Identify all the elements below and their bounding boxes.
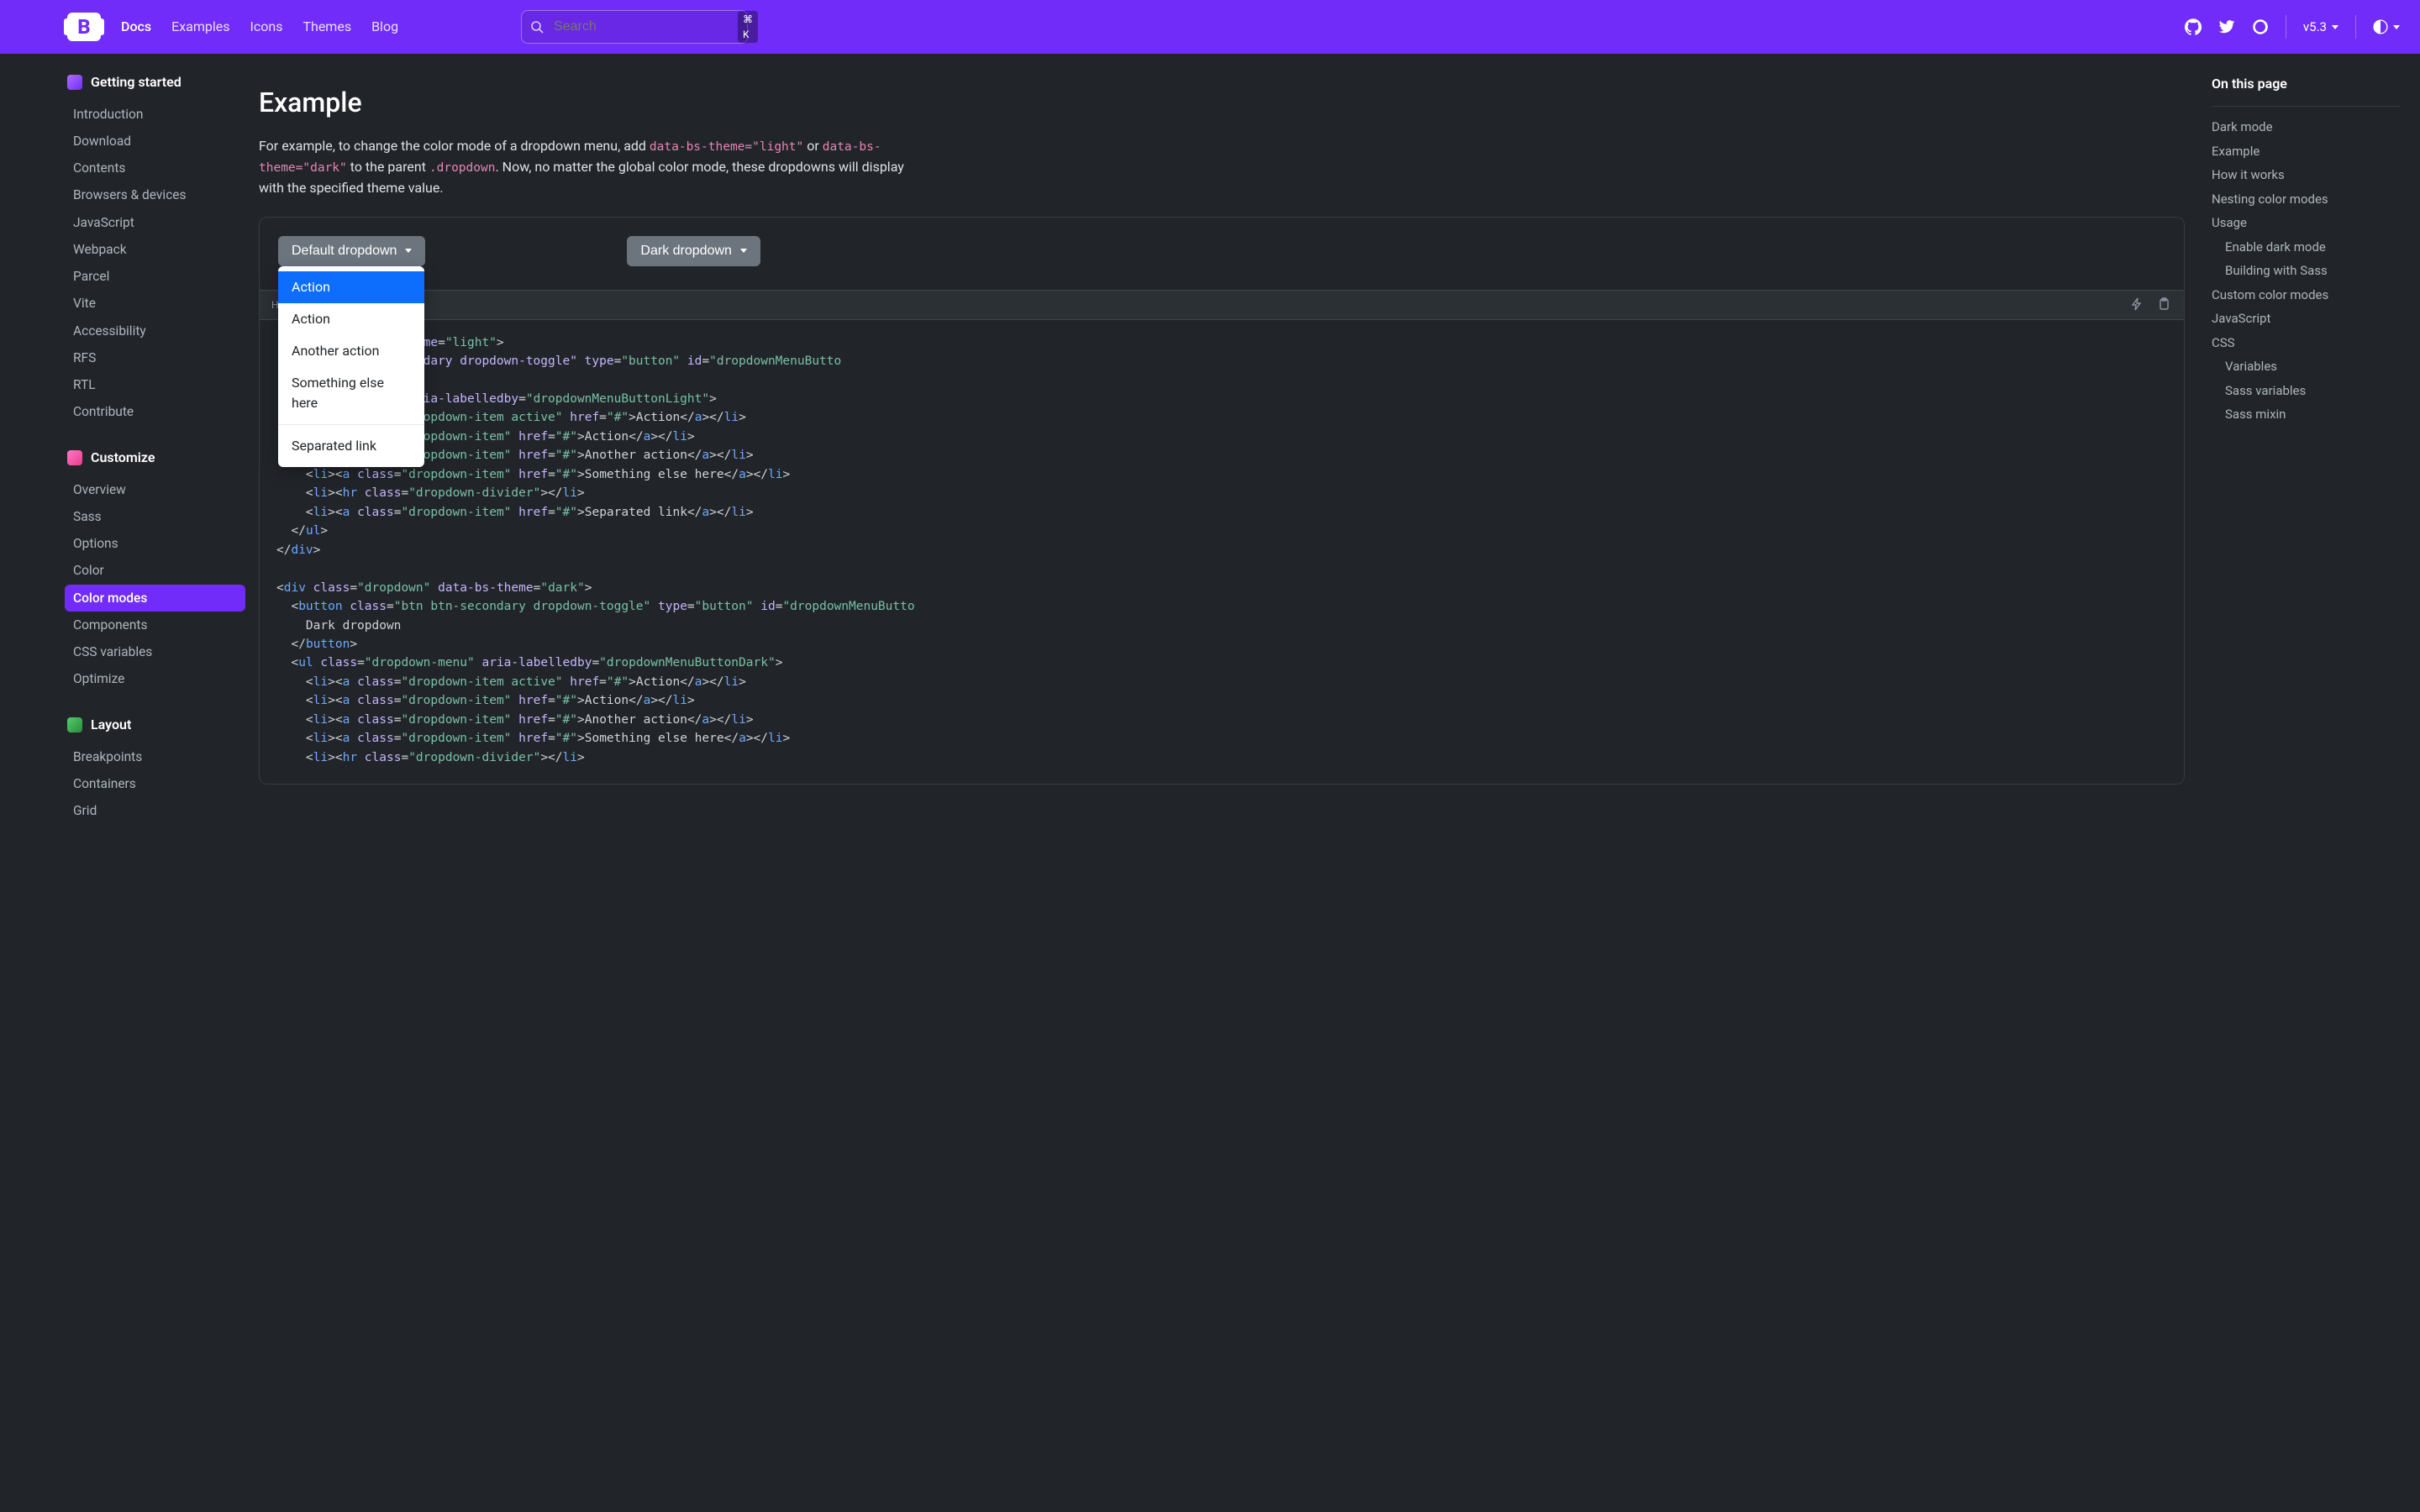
- sidebar-item[interactable]: Contribute: [65, 399, 245, 426]
- sidebar-item[interactable]: Breakpoints: [65, 743, 245, 770]
- clipboard-icon[interactable]: [2157, 297, 2172, 312]
- chevron-down-icon: [405, 249, 412, 253]
- toc-heading: On this page: [2212, 74, 2400, 94]
- toc-link[interactable]: Sass mixin: [2212, 402, 2400, 427]
- example-box: Default dropdown Dark dropdown Action Ac…: [259, 217, 2185, 785]
- navbar: B Docs Examples Icons Themes Blog ⌘ K v5…: [0, 0, 2420, 54]
- version-label: v5.3: [2303, 18, 2327, 37]
- theme-toggle[interactable]: [2373, 19, 2400, 34]
- nav-right: v5.3: [2185, 15, 2400, 39]
- sidebar-item[interactable]: Contents: [65, 155, 245, 182]
- sidebar-group-layout: Layout Breakpoints Containers Grid: [67, 715, 245, 825]
- dropdown-item-active[interactable]: Action: [278, 271, 424, 303]
- sidebar: Getting started Introduction Download Co…: [0, 54, 252, 880]
- toc-link[interactable]: Dark mode: [2212, 115, 2400, 139]
- sidebar-item[interactable]: CSS variables: [65, 639, 245, 666]
- sidebar-item[interactable]: Vite: [65, 291, 245, 318]
- toc-link[interactable]: Custom color modes: [2212, 283, 2400, 307]
- nav-link-docs[interactable]: Docs: [121, 17, 151, 37]
- toc-link[interactable]: How it works: [2212, 163, 2400, 187]
- dropdown-item[interactable]: Something else here: [278, 367, 424, 419]
- nav-link-blog[interactable]: Blog: [371, 17, 398, 37]
- sidebar-item[interactable]: Grid: [65, 798, 245, 825]
- swatch-icon: [67, 450, 82, 465]
- sidebar-heading[interactable]: Customize: [67, 448, 245, 468]
- sidebar-item[interactable]: JavaScript: [65, 209, 245, 236]
- sidebar-item[interactable]: RTL: [65, 372, 245, 399]
- search-box[interactable]: ⌘ K: [521, 10, 748, 44]
- nav-links: Docs Examples Icons Themes Blog: [121, 17, 398, 37]
- sidebar-item[interactable]: Download: [65, 128, 245, 155]
- dark-dropdown-button[interactable]: Dark dropdown: [627, 236, 760, 266]
- github-icon[interactable]: [2185, 18, 2202, 35]
- sidebar-item[interactable]: Color: [65, 558, 245, 585]
- toc-link[interactable]: CSS: [2212, 331, 2400, 355]
- brand-letter: B: [77, 12, 90, 42]
- toc-link[interactable]: Sass variables: [2212, 379, 2400, 403]
- intro-paragraph: For example, to change the color mode of…: [259, 136, 914, 198]
- sidebar-item[interactable]: Parcel: [65, 264, 245, 291]
- dropdown-item[interactable]: Separated link: [278, 430, 424, 462]
- twitter-icon[interactable]: [2218, 18, 2235, 35]
- sidebar-item[interactable]: Containers: [65, 770, 245, 797]
- sidebar-item[interactable]: Accessibility: [65, 318, 245, 344]
- nav-link-icons[interactable]: Icons: [250, 17, 283, 37]
- search-icon: [530, 18, 544, 35]
- toc-link[interactable]: Usage: [2212, 211, 2400, 235]
- sidebar-item[interactable]: Browsers & devices: [65, 182, 245, 209]
- main-content: Example For example, to change the color…: [252, 54, 2202, 880]
- book-icon: [67, 75, 82, 90]
- nav-link-examples[interactable]: Examples: [171, 17, 229, 37]
- section-heading: Example: [259, 82, 2185, 123]
- chevron-down-icon: [740, 249, 747, 253]
- sidebar-item[interactable]: Options: [65, 531, 245, 558]
- nav-divider: [2355, 15, 2356, 39]
- example-toolbar: H: [260, 290, 2184, 320]
- sidebar-heading[interactable]: Layout: [67, 715, 245, 735]
- sidebar-heading[interactable]: Getting started: [67, 72, 245, 92]
- toc-link[interactable]: JavaScript: [2212, 307, 2400, 331]
- version-dropdown[interactable]: v5.3: [2303, 18, 2338, 37]
- sidebar-item[interactable]: Optimize: [65, 666, 245, 693]
- toc-link[interactable]: Enable dark mode: [2212, 235, 2400, 260]
- toc-link[interactable]: Building with Sass: [2212, 259, 2400, 283]
- dropdown-menu: Action Action Another action Something e…: [278, 266, 424, 467]
- sidebar-group-customize: Customize Overview Sass Options Color Co…: [67, 448, 245, 693]
- sidebar-item[interactable]: Sass: [65, 503, 245, 530]
- sidebar-item-active[interactable]: Color modes: [65, 585, 245, 612]
- sidebar-item[interactable]: Components: [65, 612, 245, 638]
- toc-link[interactable]: Variables: [2212, 354, 2400, 379]
- sidebar-item[interactable]: Overview: [65, 476, 245, 503]
- sidebar-item[interactable]: Introduction: [65, 101, 245, 128]
- brand-logo[interactable]: B: [67, 13, 101, 41]
- chevron-down-icon: [2332, 25, 2338, 29]
- default-dropdown-button[interactable]: Default dropdown: [278, 236, 425, 266]
- code-inline: data-bs-theme="light": [650, 140, 803, 154]
- example-preview: Default dropdown Dark dropdown Action Ac…: [260, 218, 2184, 290]
- grid-icon: [67, 717, 82, 732]
- code-block[interactable]: data-bs-theme="light"> tn-secondary drop…: [260, 320, 2184, 785]
- half-circle-icon: [2373, 19, 2388, 34]
- search-kbd: ⌘ K: [738, 11, 758, 43]
- dropdown-item[interactable]: Action: [278, 303, 424, 335]
- toc-link[interactable]: Nesting color modes: [2212, 187, 2400, 212]
- sidebar-item[interactable]: Webpack: [65, 236, 245, 263]
- sidebar-item[interactable]: RFS: [65, 344, 245, 371]
- opencollective-icon[interactable]: [2252, 18, 2269, 35]
- search-input[interactable]: [552, 18, 729, 35]
- toc-link[interactable]: Example: [2212, 139, 2400, 164]
- toc: On this page Dark mode Example How it wo…: [2202, 54, 2420, 880]
- chevron-down-icon: [2393, 25, 2400, 29]
- nav-link-themes[interactable]: Themes: [302, 17, 351, 37]
- sidebar-group-getting-started: Getting started Introduction Download Co…: [67, 72, 245, 426]
- code-inline: .dropdown: [429, 161, 496, 175]
- lightning-icon[interactable]: [2130, 297, 2145, 312]
- dropdown-divider: [278, 424, 424, 425]
- dropdown-item[interactable]: Another action: [278, 335, 424, 367]
